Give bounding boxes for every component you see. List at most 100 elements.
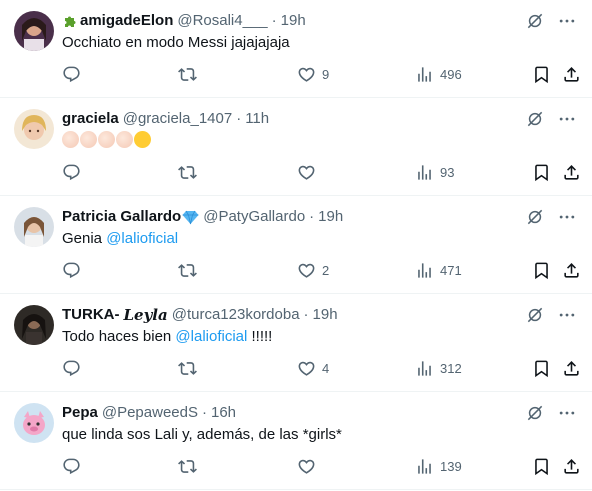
timestamp[interactable]: 11h [245,109,269,129]
separator-dot: · [271,12,277,29]
bookmark-button[interactable] [532,455,551,477]
retweet-icon [178,163,197,182]
user-handle[interactable]: @graciela_1407 [123,109,232,129]
share-icon [562,457,581,476]
reply-item[interactable]: TURKA- Leyla @turca123kordoba · 19h Todo… [0,294,592,392]
bookmark-icon [532,163,551,182]
display-name[interactable]: TURKA- [62,305,120,325]
like-button[interactable]: 2 [297,259,329,281]
share-button[interactable] [562,63,581,85]
display-name[interactable]: amigadeElon [80,11,173,31]
timestamp[interactable]: 19h [318,207,343,227]
retweet-button[interactable] [178,63,197,85]
share-button[interactable] [562,455,581,477]
separator-dot: · [236,110,242,127]
retweet-button[interactable] [178,259,197,281]
retweet-icon [178,65,197,84]
mention-link[interactable]: @lalioficial [175,328,247,345]
like-count: 2 [322,262,330,278]
user-handle[interactable]: @PatyGallardo [203,207,305,227]
gem-icon [182,210,199,225]
avatar[interactable] [14,305,54,345]
avatar[interactable] [14,403,54,443]
timestamp[interactable]: 16h [211,403,236,423]
views-button[interactable]: 312 [415,357,462,379]
retweet-icon [178,457,197,476]
avatar[interactable] [14,11,54,51]
views-button[interactable]: 93 [415,161,454,183]
reply-icon [62,457,81,476]
like-button[interactable]: 9 [297,63,329,85]
display-name[interactable]: Pepa [62,403,98,423]
reply-action-bar: 93 [62,161,578,183]
timestamp[interactable]: 19h [313,305,338,325]
reply-header: graciela @graciela_1407 · 11h [62,109,512,129]
views-icon [415,65,434,84]
bookmark-button[interactable] [532,259,551,281]
like-count: 4 [322,360,330,376]
grok-icon[interactable] [524,108,546,130]
views-button[interactable]: 471 [415,259,462,281]
timestamp[interactable]: 19h [281,11,306,31]
grok-icon[interactable] [524,304,546,326]
reply-header: Pepa @PepaweedS · 16h [62,403,512,423]
share-button[interactable] [562,161,581,183]
avatar[interactable] [14,207,54,247]
grok-icon[interactable] [524,402,546,424]
clapping-hands-icon [116,131,133,148]
views-button[interactable]: 496 [415,63,462,85]
reply-action-bar: 4 312 [62,357,578,379]
heart-icon [297,359,316,378]
reply-top-actions [524,10,578,32]
display-name-styled[interactable]: Leyla [124,305,168,325]
reply-text: Genia @lalioficial [62,229,572,249]
views-button[interactable]: 139 [415,455,462,477]
share-icon [562,163,581,182]
clapping-hands-icon [80,131,97,148]
share-icon [562,65,581,84]
retweet-button[interactable] [178,161,197,183]
reply-button[interactable] [62,455,81,477]
more-options-icon[interactable] [556,304,578,326]
like-button[interactable] [297,161,322,183]
like-button[interactable]: 4 [297,357,329,379]
reply-text: que linda sos Lali y, además, de las *gi… [62,426,342,443]
reply-button[interactable] [62,259,81,281]
display-name[interactable]: graciela [62,109,119,129]
bookmark-icon [532,65,551,84]
reply-button[interactable] [62,357,81,379]
mention-link[interactable]: @lalioficial [106,230,178,247]
reply-button[interactable] [62,161,81,183]
share-button[interactable] [562,259,581,281]
reply-item[interactable]: graciela @graciela_1407 · 11h 93 [0,98,592,196]
grok-icon[interactable] [524,10,546,32]
reply-header: TURKA- Leyla @turca123kordoba · 19h [62,305,512,325]
reply-text-suffix: !!!!! [251,328,273,345]
more-options-icon[interactable] [556,108,578,130]
user-handle[interactable]: @PepaweedS [102,403,198,423]
share-icon [562,261,581,280]
reply-top-actions [524,108,578,130]
bookmark-button[interactable] [532,63,551,85]
avatar[interactable] [14,109,54,149]
retweet-button[interactable] [178,357,197,379]
more-options-icon[interactable] [556,402,578,424]
reply-text: Occhiato en modo Messi jajajajaja [62,34,290,51]
bookmark-button[interactable] [532,161,551,183]
reply-item[interactable]: Pepa @PepaweedS · 16h que linda sos Lali… [0,392,592,490]
reply-button[interactable] [62,63,81,85]
user-handle[interactable]: @turca123kordoba [172,305,300,325]
user-handle[interactable]: @Rosali4___ [177,11,267,31]
retweet-button[interactable] [178,455,197,477]
more-options-icon[interactable] [556,10,578,32]
like-button[interactable] [297,455,322,477]
reply-item[interactable]: amigadeElon @Rosali4___ · 19h Occhiato e… [0,0,592,98]
more-options-icon[interactable] [556,206,578,228]
display-name[interactable]: Patricia Gallardo [62,207,181,227]
grok-icon[interactable] [524,206,546,228]
bookmark-button[interactable] [532,357,551,379]
share-button[interactable] [562,357,581,379]
reply-item[interactable]: Patricia Gallardo @PatyGallardo · 19h Ge… [0,196,592,294]
reply-icon [62,65,81,84]
reply-icon [62,261,81,280]
